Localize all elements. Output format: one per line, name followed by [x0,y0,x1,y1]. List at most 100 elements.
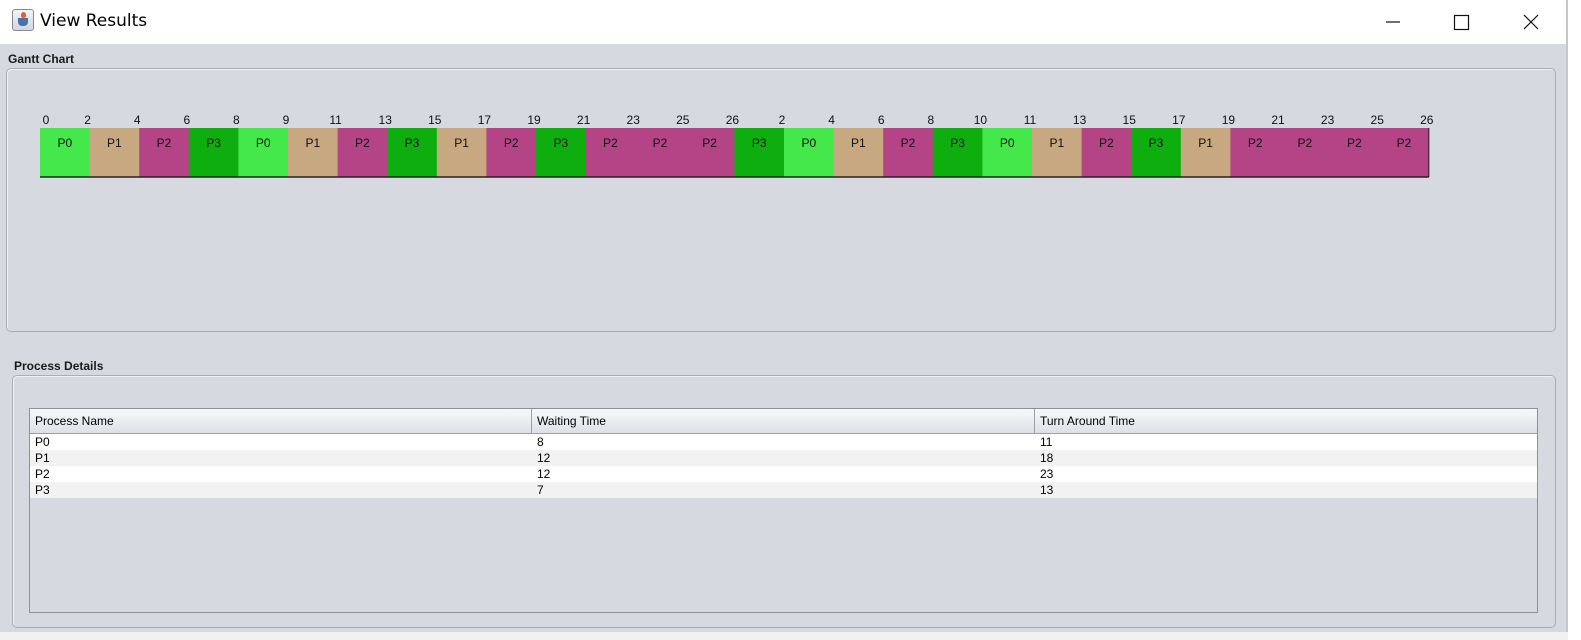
table-row[interactable]: P1 12 18 [30,450,1537,466]
gantt-tick-label: 6 [878,113,885,127]
gantt-tick-label: 4 [828,113,835,127]
gantt-block-label: P2 [653,136,668,150]
gantt-tick-label: 23 [1321,113,1335,127]
gantt-block-p0: P0 [982,128,1033,177]
gantt-block-p2: P2 [1329,128,1380,177]
gantt-block-label: P1 [305,136,320,150]
gantt-block-label: P2 [702,136,717,150]
gantt-block-label: P1 [1198,136,1213,150]
cell-turn-around-time: 13 [1040,483,1054,497]
gantt-block-p2: P2 [585,128,636,177]
gantt-tick-label: 17 [1172,113,1186,127]
gantt-block-label: P0 [801,136,816,150]
cell-process-name: P2 [35,467,50,481]
cell-process-name: P0 [35,435,50,449]
gantt-block-label: P1 [107,136,122,150]
gantt-tick-label: 11 [329,113,342,127]
gantt-tick-label: 4 [134,113,141,127]
gantt-tick-label: 25 [676,113,690,127]
gantt-block-label: P0 [256,136,271,150]
gantt-block-label: P3 [950,136,965,150]
gantt-tick-label: 13 [1073,113,1087,127]
gantt-block-p3: P3 [1131,128,1182,177]
process-table: Process Name Waiting Time Turn Around Ti… [29,408,1538,613]
gantt-block-label: P0 [1000,136,1015,150]
column-header-waiting-time[interactable]: Waiting Time [532,409,1035,433]
table-header: Process Name Waiting Time Turn Around Ti… [30,409,1537,434]
cell-turn-around-time: 18 [1040,451,1054,465]
cell-waiting-time: 8 [537,435,544,449]
gantt-tick-label: 26 [1420,113,1434,127]
gantt-block-p2: P2 [635,128,686,177]
gantt-block-p1: P1 [89,128,140,177]
gantt-block-label: P3 [752,136,767,150]
table-row[interactable]: P0 8 11 [30,434,1537,450]
gantt-block-p2: P2 [1280,128,1330,177]
gantt-block-label: P3 [553,136,568,150]
gantt-block-p2: P2 [883,128,934,177]
cell-waiting-time: 7 [537,483,544,497]
column-header-turn-around-time[interactable]: Turn Around Time [1035,409,1537,433]
table-row[interactable]: P2 12 23 [30,466,1537,482]
gantt-block-p3: P3 [387,128,438,177]
gantt-block-label: P2 [355,136,370,150]
gantt-block-label: P1 [1049,136,1064,150]
details-group-title: Process Details [14,359,104,373]
gantt-tick-label: 10 [974,113,988,127]
gantt-tick-label: 6 [183,113,190,127]
gantt-block-label: P2 [1248,136,1263,150]
cell-turn-around-time: 11 [1040,435,1053,449]
gantt-block-p1: P1 [436,128,487,177]
gantt-tick-label: 25 [1371,113,1385,127]
gantt-block-p1: P1 [288,128,338,177]
gantt-block-p3: P3 [734,128,785,177]
gantt-block-label: P3 [405,136,420,150]
gantt-block-label: P2 [1297,136,1312,150]
gantt-block-p1: P1 [1032,128,1082,177]
gantt-tick-label: 23 [627,113,641,127]
gantt-tick-label: 17 [478,113,492,127]
gantt-block-label: P2 [1099,136,1114,150]
gantt-block-label: P2 [603,136,618,150]
gantt-tick-label: 0 [43,113,50,127]
gantt-block-label: P0 [57,136,72,150]
window-bottom-edge [0,632,1568,640]
cell-process-name: P1 [35,451,50,465]
cell-waiting-time: 12 [537,467,551,481]
column-header-process-name[interactable]: Process Name [30,409,532,433]
gantt-block-p2: P2 [486,128,537,177]
gantt-block-p1: P1 [1180,128,1231,177]
gantt-block-label: P2 [157,136,172,150]
gantt-tick-label: 9 [283,113,290,127]
gantt-block-p1: P1 [833,128,884,177]
gantt-tick-label: 21 [577,113,591,127]
gantt-block-p3: P3 [188,128,239,177]
gantt-block-p2: P2 [1230,128,1281,177]
gantt-block-p2: P2 [337,128,388,177]
cell-waiting-time: 12 [537,451,551,465]
gantt-block-label: P3 [206,136,221,150]
gantt-block-label: P1 [454,136,469,150]
gantt-tick-label: 8 [233,113,240,127]
gantt-tick-label: 11 [1024,113,1037,127]
gantt-tick-label: 2 [779,113,786,127]
gantt-tick-label: 15 [428,113,442,127]
gantt-tick-label: 15 [1123,113,1137,127]
gantt-block-label: P2 [504,136,519,150]
gantt-block-p3: P3 [536,128,586,177]
gantt-block-p0: P0 [784,128,834,177]
cell-turn-around-time: 23 [1040,467,1054,481]
gantt-block-p2: P2 [139,128,190,177]
gantt-block-label: P2 [1397,136,1412,150]
gantt-block-label: P3 [1149,136,1164,150]
gantt-tick-label: 19 [527,113,541,127]
gantt-tick-label: 13 [379,113,393,127]
gantt-block-label: P2 [901,136,916,150]
gantt-block-p0: P0 [40,128,90,177]
gantt-block-label: P2 [1347,136,1362,150]
gantt-tick-label: 8 [927,113,934,127]
gantt-block-p0: P0 [238,128,289,177]
gantt-block-p2: P2 [1081,128,1132,177]
gantt-tick-label: 19 [1222,113,1236,127]
table-row[interactable]: P3 7 13 [30,482,1537,498]
